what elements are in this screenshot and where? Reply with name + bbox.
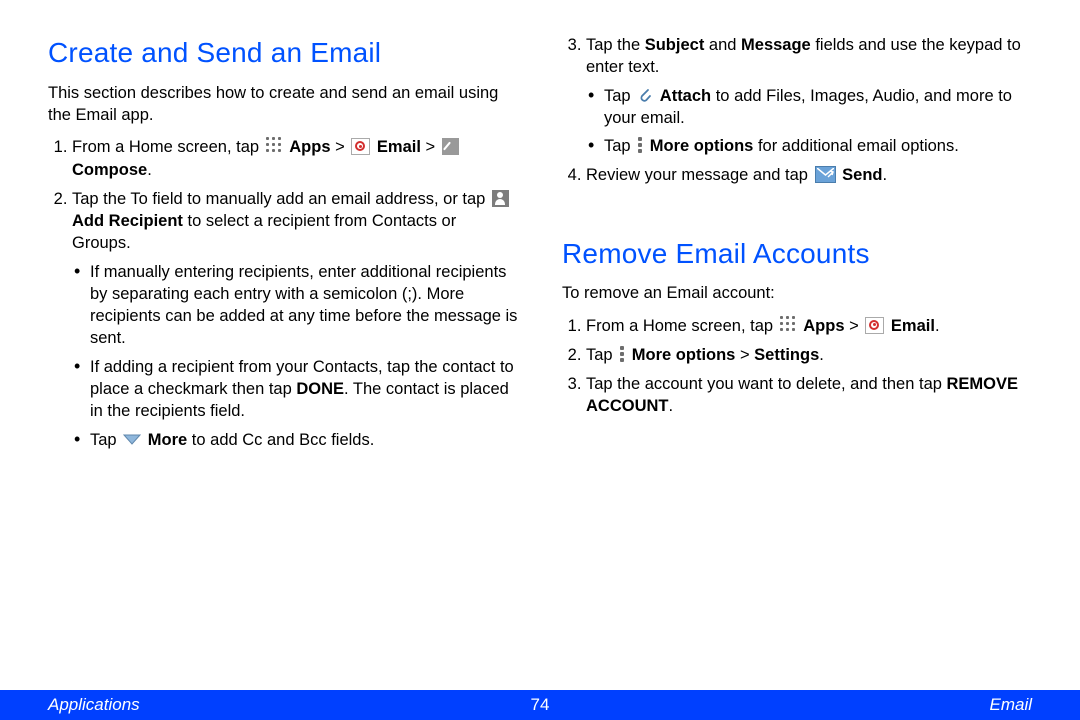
expand-more-icon (123, 432, 141, 446)
email-label: Email (377, 138, 421, 156)
steps-remove: From a Home screen, tap Apps > Email. Ta… (562, 315, 1032, 418)
compose-label: Compose (72, 161, 147, 179)
bullet-attach: Tap Attach to add Files, Images, Audio, … (604, 85, 1032, 130)
remove-step-3: Tap the account you want to delete, and … (586, 373, 1032, 418)
text: . (147, 161, 152, 179)
send-icon (815, 166, 836, 183)
text: to add Cc and Bcc fields. (192, 431, 375, 449)
footer-left: Applications (48, 694, 140, 717)
text: Tap (604, 87, 635, 105)
more-options-icon (619, 346, 625, 363)
text: > (331, 138, 350, 156)
heading-create-send: Create and Send an Email (48, 34, 518, 72)
step-2: Tap the To field to manually add an emai… (72, 188, 518, 451)
apps-grid-icon (266, 137, 283, 154)
email-app-icon (351, 138, 370, 155)
text: > (421, 138, 440, 156)
steps-create-send-cont: Tap the Subject and Message fields and u… (562, 34, 1032, 187)
bullet-manual-entry: If manually entering recipients, enter a… (90, 261, 518, 350)
message-label: Message (741, 36, 811, 54)
steps-create-send: From a Home screen, tap Apps > Email > C… (48, 136, 518, 450)
more-options-label: More options (632, 346, 736, 364)
apps-label: Apps (289, 138, 330, 156)
bullet-more-options: Tap More options for additional email op… (604, 135, 1032, 157)
remove-step-2: Tap More options > Settings. (586, 344, 1032, 366)
text: and (704, 36, 741, 54)
email-app-icon (865, 317, 884, 334)
attach-icon (637, 86, 653, 104)
text: . (819, 346, 824, 364)
heading-remove-accounts: Remove Email Accounts (562, 235, 1032, 273)
right-column: Tap the Subject and Message fields and u… (562, 34, 1032, 458)
text: From a Home screen, tap (72, 138, 264, 156)
text: Tap the account you want to delete, and … (586, 375, 947, 393)
text: Tap (586, 346, 617, 364)
left-column: Create and Send an Email This section de… (48, 34, 518, 458)
step-2-bullets: If manually entering recipients, enter a… (72, 261, 518, 451)
text: for additional email options. (758, 137, 959, 155)
compose-icon (442, 138, 459, 155)
done-label: DONE (296, 380, 344, 398)
text: Tap (90, 431, 121, 449)
email-label: Email (891, 317, 935, 335)
attach-label: Attach (660, 87, 711, 105)
step-3-bullets: Tap Attach to add Files, Images, Audio, … (586, 85, 1032, 158)
page-footer: Applications 74 Email (0, 690, 1080, 720)
step-1: From a Home screen, tap Apps > Email > C… (72, 136, 518, 181)
text: Review your message and tap (586, 166, 813, 184)
text: > (845, 317, 864, 335)
text: Tap the To field to manually add an emai… (72, 190, 490, 208)
text: From a Home screen, tap (586, 317, 778, 335)
intro-remove: To remove an Email account: (562, 282, 1032, 304)
settings-label: Settings (754, 346, 819, 364)
intro-create-send: This section describes how to create and… (48, 82, 518, 127)
footer-right: Email (989, 694, 1032, 717)
bullet-more: Tap More to add Cc and Bcc fields. (90, 429, 518, 451)
page-body: Create and Send an Email This section de… (0, 0, 1080, 458)
more-options-label: More options (650, 137, 754, 155)
apps-label: Apps (803, 317, 844, 335)
add-recipient-icon (492, 190, 509, 207)
text: Tap (604, 137, 635, 155)
more-label: More (148, 431, 187, 449)
text: . (882, 166, 887, 184)
add-recipient-label: Add Recipient (72, 212, 183, 230)
text: Tap the (586, 36, 645, 54)
send-label: Send (842, 166, 882, 184)
remove-step-1: From a Home screen, tap Apps > Email. (586, 315, 1032, 337)
page-number: 74 (531, 694, 550, 717)
step-4: Review your message and tap Send. (586, 164, 1032, 186)
text: . (669, 397, 674, 415)
apps-grid-icon (780, 316, 797, 333)
bullet-contacts: If adding a recipient from your Contacts… (90, 356, 518, 423)
text: . (935, 317, 940, 335)
text: > (735, 346, 754, 364)
step-3: Tap the Subject and Message fields and u… (586, 34, 1032, 157)
subject-label: Subject (645, 36, 705, 54)
more-options-icon (637, 137, 643, 154)
